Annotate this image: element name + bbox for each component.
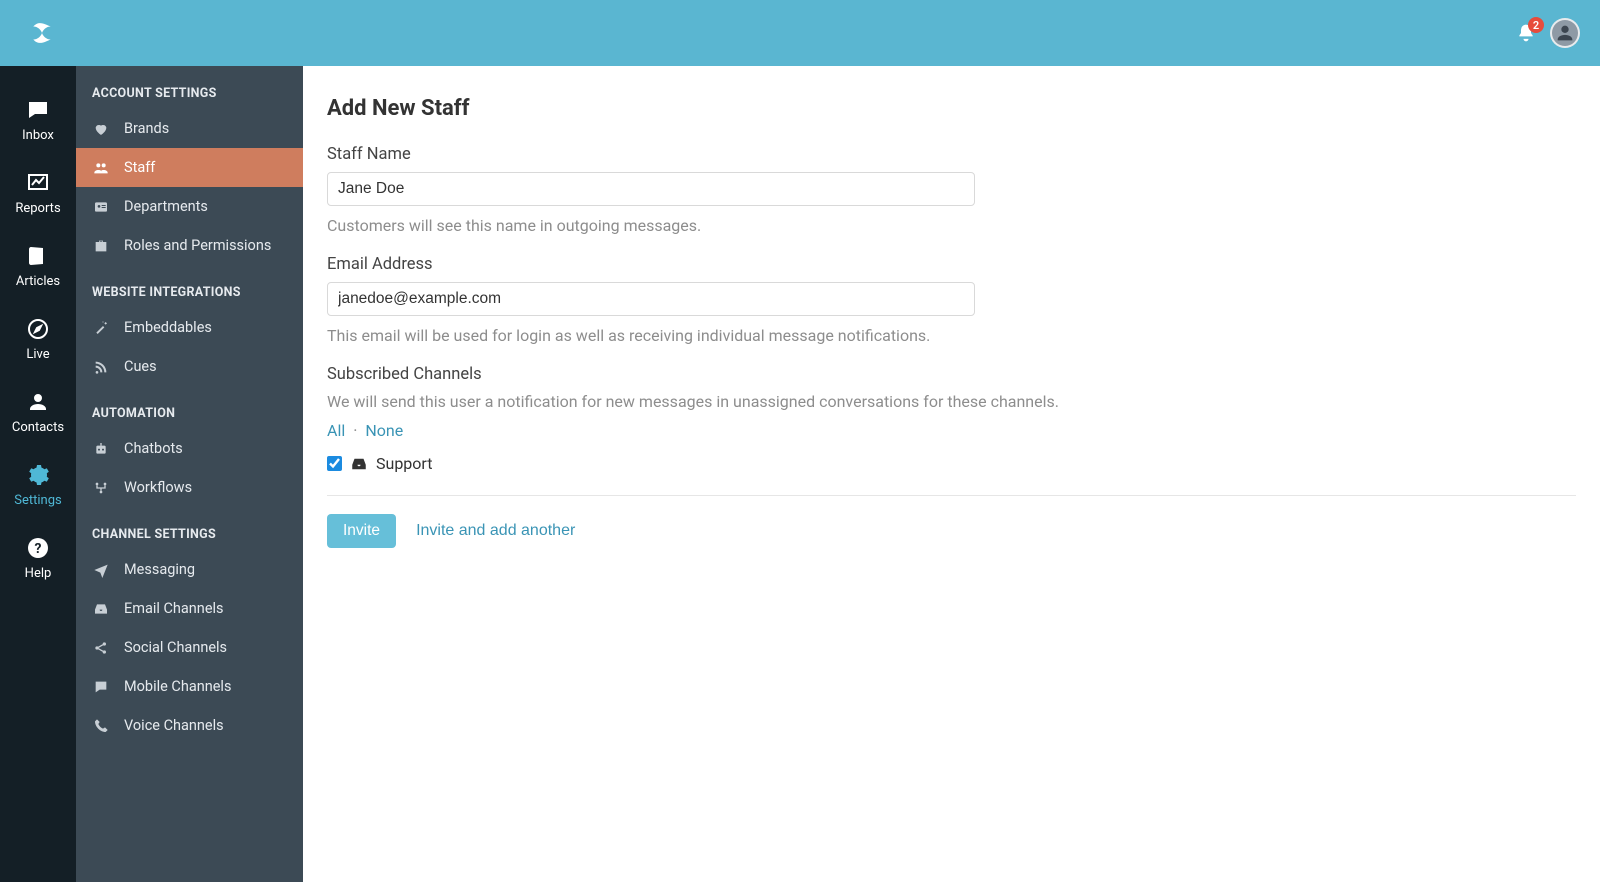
select-none-link[interactable]: None — [365, 421, 403, 440]
inbox-icon — [350, 455, 368, 473]
email-input[interactable] — [327, 282, 975, 316]
sidebar-item-label: Departments — [124, 198, 208, 215]
sidebar-item-label: Mobile Channels — [124, 678, 231, 695]
sidebar-item-social-channels[interactable]: Social Channels — [76, 628, 303, 667]
email-help: This email will be used for login as wel… — [327, 326, 1447, 345]
page-title: Add New Staff — [327, 96, 1576, 121]
share-icon — [92, 640, 110, 656]
chat-icon — [26, 98, 50, 122]
section-title: AUTOMATION — [76, 386, 303, 429]
sidebar-item-label: Roles and Permissions — [124, 237, 271, 254]
nav-help[interactable]: ? Help — [0, 522, 76, 595]
sidebar-item-label: Social Channels — [124, 639, 227, 656]
nav-label: Articles — [16, 274, 60, 289]
gear-icon — [26, 463, 50, 487]
select-all-link[interactable]: All — [327, 421, 345, 440]
sidebar-item-departments[interactable]: Departments — [76, 187, 303, 226]
sidebar-item-email-channels[interactable]: Email Channels — [76, 589, 303, 628]
message-icon — [92, 679, 110, 695]
sidebar-item-brands[interactable]: Brands — [76, 109, 303, 148]
wand-icon — [92, 320, 110, 336]
section-title: CHANNEL SETTINGS — [76, 507, 303, 550]
channel-row: Support — [327, 454, 1447, 473]
nodes-icon — [92, 480, 110, 496]
channels-help: We will send this user a notification fo… — [327, 392, 1447, 411]
user-avatar[interactable] — [1550, 18, 1580, 48]
help-icon: ? — [26, 536, 50, 560]
nav-label: Contacts — [12, 420, 64, 435]
person-icon — [26, 390, 50, 414]
nav-articles[interactable]: Articles — [0, 230, 76, 303]
compass-icon — [26, 317, 50, 341]
inbox-icon — [92, 601, 110, 617]
section-title: ACCOUNT SETTINGS — [76, 66, 303, 109]
sidebar-item-roles[interactable]: Roles and Permissions — [76, 226, 303, 265]
staff-name-label: Staff Name — [327, 145, 1447, 164]
section-title: WEBSITE INTEGRATIONS — [76, 265, 303, 308]
top-bar: 2 — [0, 0, 1600, 66]
sidebar-item-embeddables[interactable]: Embeddables — [76, 308, 303, 347]
send-icon — [92, 562, 110, 578]
sidebar-item-chatbots[interactable]: Chatbots — [76, 429, 303, 468]
chart-icon — [26, 171, 50, 195]
sidebar-item-workflows[interactable]: Workflows — [76, 468, 303, 507]
sidebar-item-messaging[interactable]: Messaging — [76, 550, 303, 589]
invite-and-add-another-link[interactable]: Invite and add another — [416, 522, 575, 540]
nav-settings[interactable]: Settings — [0, 449, 76, 522]
divider — [327, 495, 1576, 496]
svg-text:?: ? — [35, 541, 42, 557]
nav-label: Help — [25, 566, 52, 581]
sidebar-item-label: Messaging — [124, 561, 195, 578]
sidebar-item-label: Workflows — [124, 479, 192, 496]
nav-label: Live — [26, 347, 49, 362]
sidebar-item-label: Cues — [124, 358, 157, 375]
staff-name-input[interactable] — [327, 172, 975, 206]
app-logo — [28, 19, 56, 47]
channels-label: Subscribed Channels — [327, 365, 1447, 384]
nav-label: Settings — [14, 493, 61, 508]
sidebar-item-label: Voice Channels — [124, 717, 224, 734]
book-icon — [26, 244, 50, 268]
nav-contacts[interactable]: Contacts — [0, 376, 76, 449]
sidebar-item-mobile-channels[interactable]: Mobile Channels — [76, 667, 303, 706]
primary-nav: Inbox Reports Articles Live Contacts Set… — [0, 66, 76, 882]
users-icon — [92, 160, 110, 176]
sidebar-item-voice-channels[interactable]: Voice Channels — [76, 706, 303, 745]
robot-icon — [92, 441, 110, 457]
staff-name-help: Customers will see this name in outgoing… — [327, 216, 1447, 235]
sidebar-item-label: Embeddables — [124, 319, 212, 336]
sidebar-item-label: Chatbots — [124, 440, 183, 457]
channel-checkbox-support[interactable] — [327, 456, 342, 471]
sidebar-item-staff[interactable]: Staff — [76, 148, 303, 187]
person-icon — [1554, 22, 1576, 44]
rss-icon — [92, 359, 110, 375]
heart-icon — [92, 121, 110, 137]
separator: · — [353, 421, 357, 440]
sidebar-item-label: Email Channels — [124, 600, 224, 617]
sidebar-item-label: Staff — [124, 159, 155, 176]
settings-sidebar: ACCOUNT SETTINGS Brands Staff Department… — [76, 66, 303, 882]
channel-label: Support — [376, 454, 432, 473]
id-card-icon — [92, 199, 110, 215]
phone-icon — [92, 718, 110, 734]
email-label: Email Address — [327, 255, 1447, 274]
sidebar-item-cues[interactable]: Cues — [76, 347, 303, 386]
sidebar-item-label: Brands — [124, 120, 169, 137]
channel-select-links: All · None — [327, 421, 1447, 440]
nav-live[interactable]: Live — [0, 303, 76, 376]
notifications-button[interactable]: 2 — [1516, 23, 1536, 43]
nav-reports[interactable]: Reports — [0, 157, 76, 230]
nav-label: Reports — [15, 201, 60, 216]
briefcase-icon — [92, 238, 110, 254]
nav-inbox[interactable]: Inbox — [0, 84, 76, 157]
notification-count-badge: 2 — [1528, 17, 1544, 33]
nav-label: Inbox — [22, 128, 54, 143]
main-content: Add New Staff Staff Name Customers will … — [303, 66, 1600, 882]
invite-button[interactable]: Invite — [327, 514, 396, 548]
